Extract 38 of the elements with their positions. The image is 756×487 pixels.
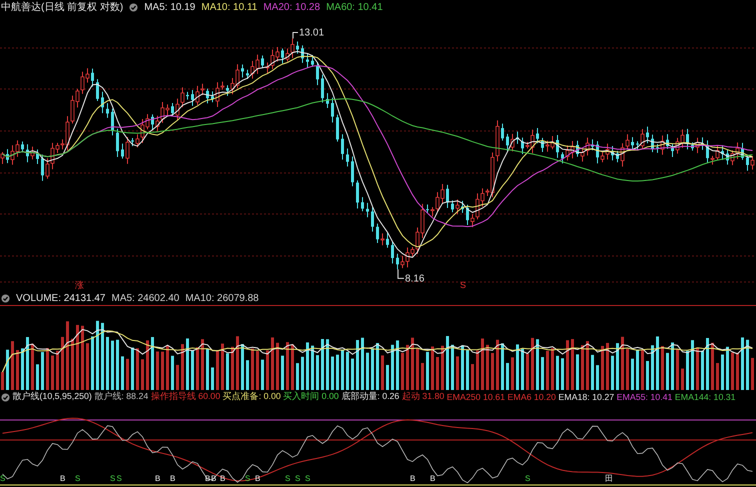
indicator-value: 散户线: 88.24 [94, 391, 148, 403]
indicator-value: MA20: 10.28 [263, 2, 320, 12]
indicator-value: MA10: 10.11 [201, 2, 258, 12]
indicator-value: 操作指导线 60.00 [150, 391, 220, 403]
signal-mark: S [75, 474, 80, 483]
signal-mark: S [116, 474, 122, 483]
signal-mark: B [60, 474, 66, 483]
signal-mark: S [525, 474, 530, 483]
indicator-value: 买点准备: 0.00 [222, 391, 281, 403]
indicator-value: MA10: 26079.88 [185, 292, 259, 304]
price-label: 8.16 [405, 273, 424, 284]
signal-mark: 田 [605, 474, 613, 483]
signal-mark: S [0, 474, 6, 483]
price-label: 13.01 [299, 28, 324, 38]
indicator-value: EMA250 10.61 [446, 392, 505, 402]
indicator-value: 起动 31.80 [402, 391, 444, 403]
signal-mark: B [170, 474, 176, 483]
signal-mark: 涨 [75, 280, 84, 290]
signal-mark: S [285, 474, 290, 483]
indicator-value: EMA55: 10.41 [616, 392, 672, 402]
indicator-value: VOLUME: 24131.47 [16, 292, 106, 304]
signal-mark: S [305, 474, 310, 483]
chart-title: 中航善达(日线 前复权 对数) [1, 0, 124, 14]
signal-mark: B [430, 474, 436, 483]
indicator-value: 买入时间 0.00 [283, 391, 339, 403]
indicator-value: EMA18: 10.27 [558, 392, 614, 402]
indicator-value: MA5: 24602.40 [112, 292, 180, 304]
indicator-value: 底部动量: 0.26 [341, 391, 400, 403]
indicator-value: 散户线(10,5,95,250) [12, 391, 92, 403]
indicator-value: MA5: 10.19 [144, 2, 196, 12]
signal-mark: B [410, 474, 416, 483]
indicator-value: EMA144: 10.31 [674, 392, 736, 402]
signal-mark: S [110, 474, 116, 483]
signal-mark: S [295, 474, 300, 483]
indicator-value: EMA6 10.20 [508, 392, 556, 402]
indicator-value: MA60: 10.41 [326, 2, 383, 12]
signal-mark: B [155, 474, 160, 483]
signal-mark: S [460, 280, 466, 290]
